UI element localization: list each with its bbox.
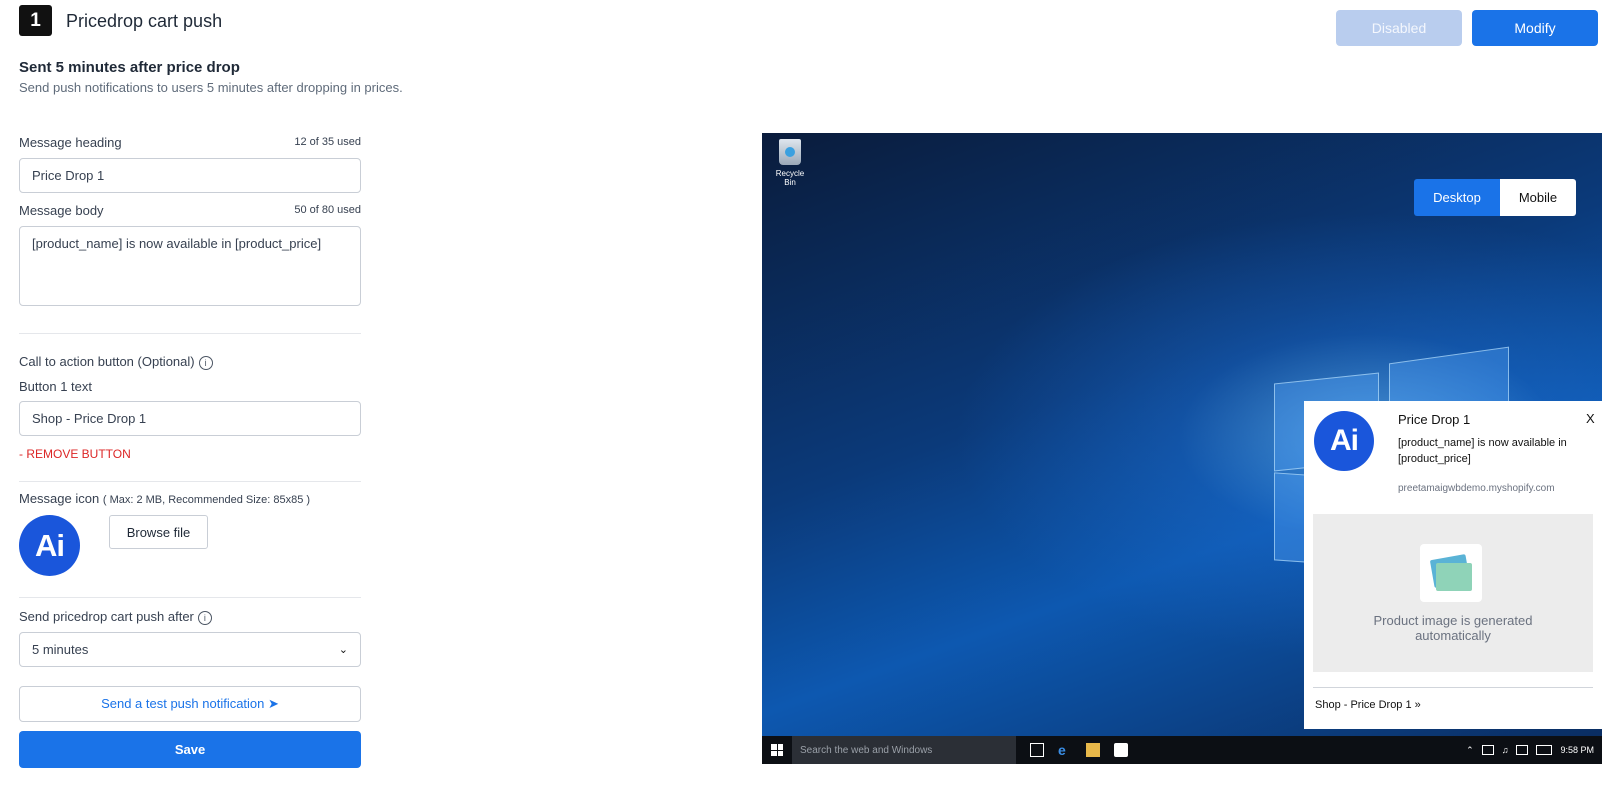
notification-icon: Ai <box>1314 411 1374 471</box>
push-notification-preview: Ai Price Drop 1 X [product_name] is now … <box>1304 401 1602 729</box>
notification-body: [product_name] is now available in [prod… <box>1398 437 1567 465</box>
info-icon[interactable]: i <box>198 355 213 370</box>
button1-text-label: Button 1 text <box>19 379 92 394</box>
recycle-bin-icon <box>779 139 801 165</box>
message-icon-preview: Ai <box>19 515 80 576</box>
recycle-bin-label: Recycle Bin <box>775 169 805 187</box>
close-icon[interactable]: X <box>1586 411 1595 426</box>
notification-cta-label: Shop - Price Drop 1 <box>1315 699 1412 711</box>
volume-icon[interactable]: ♫ <box>1502 745 1509 755</box>
browse-file-button[interactable]: Browse file <box>109 515 208 549</box>
chevron-up-icon[interactable]: ⌃ <box>1466 745 1474 756</box>
double-chevron-right-icon: » <box>1414 699 1421 711</box>
preview-device-toggle: Desktop Mobile <box>1414 179 1576 216</box>
edge-browser-icon[interactable]: e <box>1058 743 1072 757</box>
network-icon[interactable] <box>1481 745 1494 755</box>
page-title: Pricedrop cart push <box>66 11 223 31</box>
recycle-bin[interactable]: Recycle Bin <box>770 139 810 187</box>
store-icon[interactable] <box>1114 743 1128 757</box>
product-image-note: Product image is generated automatically <box>1373 613 1533 643</box>
system-tray: ⌃ ♫ 9:58 PM <box>1466 745 1602 756</box>
message-icon-note: ( Max: 2 MB, Recommended Size: 85x85 ) <box>102 494 311 506</box>
divider <box>19 597 361 598</box>
send-test-push-label: Send a test push notification <box>101 696 265 711</box>
send-after-label: Send pricedrop cart push after i <box>19 609 212 625</box>
taskbar-search-input[interactable]: Search the web and Windows <box>792 736 1016 764</box>
info-icon[interactable]: i <box>197 610 212 625</box>
message-icon-label: Message icon ( Max: 2 MB, Recommended Si… <box>19 491 310 506</box>
heading-char-counter: 12 of 35 used <box>294 136 361 148</box>
send-after-select[interactable]: 5 minutes ⌄ <box>19 632 361 667</box>
message-heading-input[interactable]: Price Drop 1 <box>19 158 361 193</box>
send-after-label-text: Send pricedrop cart push after <box>19 609 194 624</box>
notification-domain: preetamaigwbdemo.myshopify.com <box>1398 483 1555 494</box>
cta-label-text: Call to action button (Optional) <box>19 354 195 369</box>
product-image-placeholder: Product image is generated automatically <box>1313 514 1593 672</box>
start-button[interactable] <box>762 744 792 756</box>
button1-text-input[interactable]: Shop - Price Drop 1 <box>19 401 361 436</box>
image-icon <box>1420 544 1482 602</box>
taskbar-clock: 9:58 PM <box>1560 745 1594 755</box>
message-heading-label: Message heading <box>19 135 122 150</box>
message-body-label: Message body <box>19 203 104 218</box>
section-title: Sent 5 minutes after price drop <box>19 59 240 76</box>
desktop-preview: Recycle Bin Desktop Mobile Ai Price Drop… <box>762 133 1602 764</box>
send-test-push-button[interactable]: Send a test push notification ➤ <box>19 686 361 722</box>
windows-taskbar: Search the web and Windows e ⌃ ♫ 9:58 PM <box>762 736 1602 764</box>
remove-button-link[interactable]: - REMOVE BUTTON <box>19 447 131 461</box>
windows-logo-icon <box>771 744 783 756</box>
divider <box>1313 687 1593 688</box>
modify-button[interactable]: Modify <box>1472 10 1598 46</box>
task-view-icon[interactable] <box>1030 743 1044 757</box>
section-description: Send push notifications to users 5 minut… <box>19 80 403 95</box>
paper-plane-icon: ➤ <box>268 696 279 711</box>
divider <box>19 333 361 334</box>
desktop-toggle-button[interactable]: Desktop <box>1414 179 1500 216</box>
disabled-button[interactable]: Disabled <box>1336 10 1462 46</box>
message-icon-label-text: Message icon <box>19 491 100 506</box>
file-explorer-icon[interactable] <box>1086 743 1100 757</box>
body-char-counter: 50 of 80 used <box>294 204 361 216</box>
notification-title: Price Drop 1 <box>1398 412 1471 427</box>
save-button[interactable]: Save <box>19 731 361 768</box>
notification-cta-button[interactable]: Shop - Price Drop 1 » <box>1315 699 1421 711</box>
action-center-icon[interactable] <box>1516 745 1529 755</box>
keyboard-icon[interactable] <box>1536 745 1553 755</box>
mobile-toggle-button[interactable]: Mobile <box>1500 179 1576 216</box>
chevron-down-icon: ⌄ <box>338 644 348 656</box>
send-after-value: 5 minutes <box>32 642 89 657</box>
step-number-badge: 1 <box>19 5 52 36</box>
divider <box>19 481 361 482</box>
message-body-textarea[interactable]: [product_name] is now available in [prod… <box>19 226 361 306</box>
cta-label: Call to action button (Optional) i <box>19 354 213 370</box>
